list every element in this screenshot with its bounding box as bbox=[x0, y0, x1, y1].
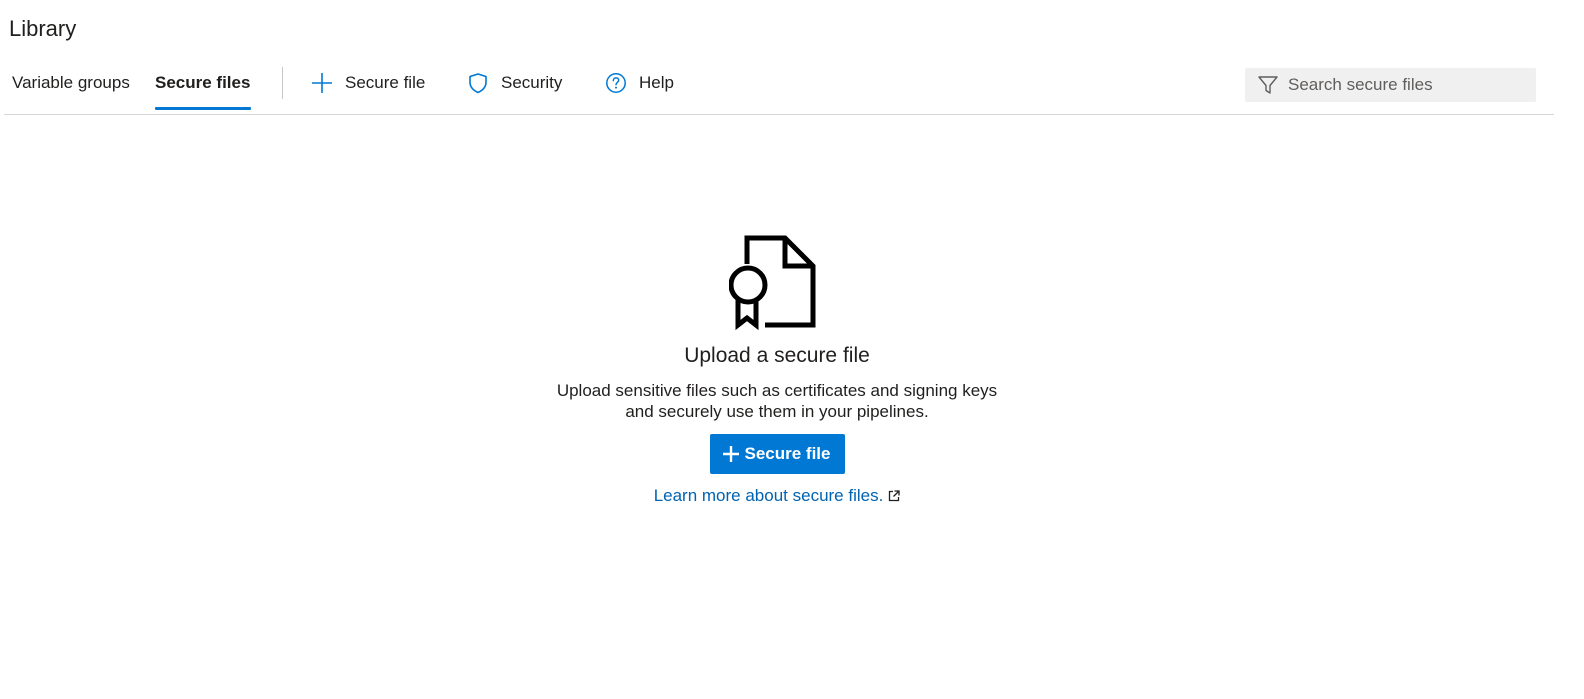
help-button[interactable]: Help bbox=[605, 62, 674, 104]
add-secure-file-label: Secure file bbox=[345, 73, 426, 92]
upload-secure-file-label: Secure file bbox=[744, 444, 831, 463]
add-secure-file-button[interactable]: Secure file bbox=[311, 62, 425, 104]
learn-more-link-text: Learn more about secure files. bbox=[653, 486, 884, 505]
search-box[interactable] bbox=[1245, 68, 1536, 102]
upload-secure-file-button[interactable]: Secure file bbox=[709, 434, 845, 474]
library-toolbar: Variable groups Secure files Secure file… bbox=[4, 62, 1554, 115]
library-page: Library Variable groups Secure files Sec… bbox=[0, 0, 1584, 699]
page-title: Library bbox=[9, 16, 77, 41]
learn-more-link[interactable]: Learn more about secure files. bbox=[654, 486, 901, 506]
security-label: Security bbox=[501, 73, 563, 92]
empty-state-title: Upload a secure file bbox=[684, 344, 870, 367]
empty-state: Upload a secure file Upload sensitive fi… bbox=[0, 228, 1554, 506]
security-button[interactable]: Security bbox=[467, 62, 562, 104]
empty-state-description-line1: Upload sensitive files such as certifica… bbox=[556, 381, 998, 400]
plus-icon bbox=[722, 445, 740, 463]
tab-variable-groups[interactable]: Variable groups bbox=[12, 62, 130, 110]
help-circle-icon bbox=[605, 72, 627, 94]
filter-icon bbox=[1257, 74, 1279, 96]
help-label: Help bbox=[639, 73, 674, 92]
empty-state-description: Upload sensitive files such as certifica… bbox=[557, 380, 997, 422]
certificate-file-icon bbox=[728, 228, 825, 332]
toolbar-divider bbox=[282, 67, 283, 99]
search-input[interactable] bbox=[1288, 75, 1528, 95]
external-link-icon bbox=[888, 490, 900, 502]
tab-secure-files[interactable]: Secure files bbox=[155, 62, 251, 110]
empty-state-description-line2: and securely use them in your pipelines. bbox=[625, 402, 929, 421]
plus-icon bbox=[311, 72, 333, 94]
shield-icon bbox=[467, 72, 489, 94]
